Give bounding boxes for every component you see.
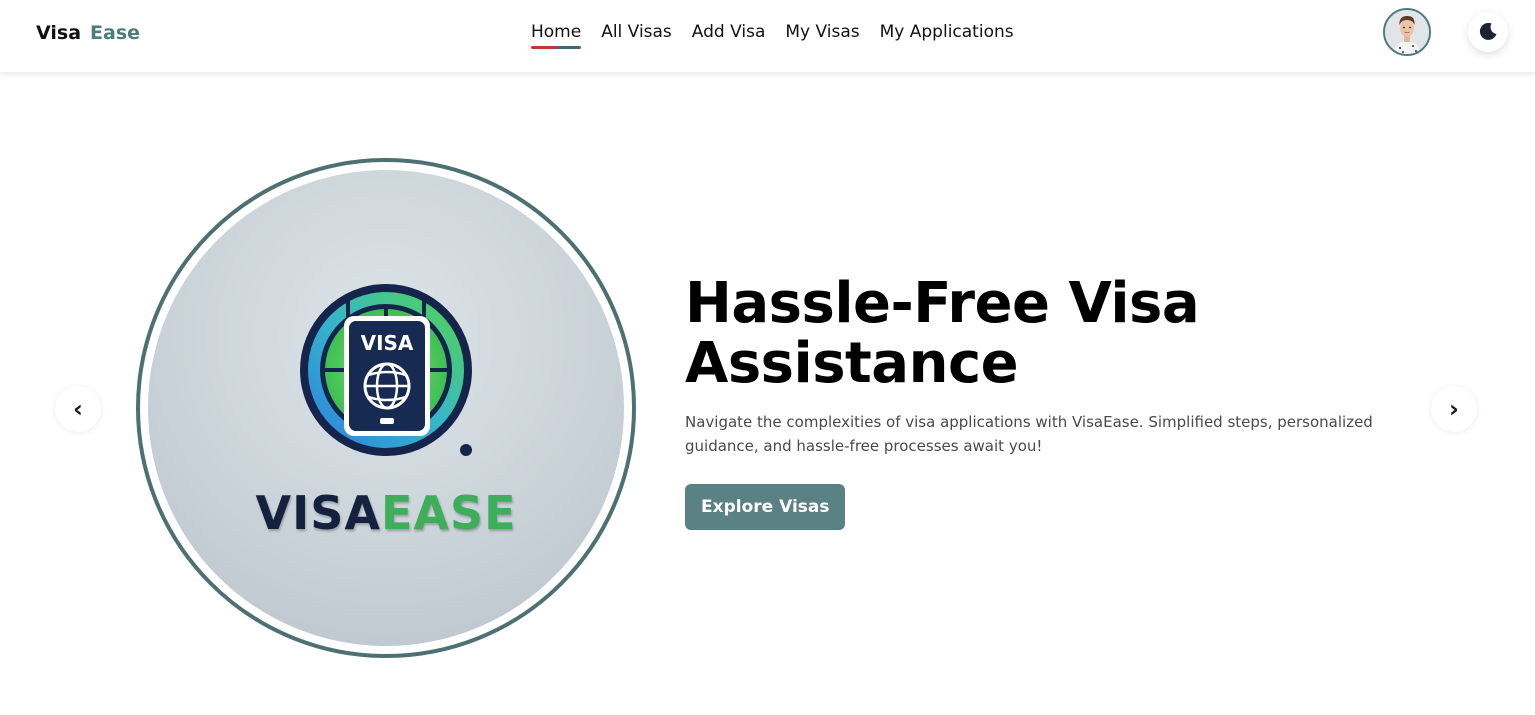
chevron-left-icon: ‹ — [73, 395, 83, 423]
theme-toggle-button[interactable] — [1468, 12, 1508, 52]
user-avatar-icon — [1385, 10, 1429, 54]
navbar: Visa Ease Home All Visas Add Visa My Visa… — [0, 0, 1535, 72]
main-nav: Home All Visas Add Visa My Visas My Appl… — [531, 20, 1014, 49]
nav-link-add-visa[interactable]: Add Visa — [692, 20, 766, 46]
logo-word-part1: VISA — [255, 486, 381, 540]
visa-badge-text: VISA — [361, 331, 414, 355]
brand-logo[interactable]: Visa Ease — [36, 21, 140, 45]
nav-link-my-visas[interactable]: My Visas — [785, 20, 859, 46]
hero-logo-image: VISA VISAEASE — [148, 170, 624, 646]
carousel-next-button[interactable]: › — [1431, 386, 1477, 432]
chevron-right-icon: › — [1449, 395, 1459, 423]
nav-link-my-applications[interactable]: My Applications — [880, 20, 1014, 46]
moon-icon — [1479, 22, 1497, 40]
nav-link-home[interactable]: Home — [531, 20, 582, 49]
visa-passport-globe-icon: VISA — [300, 284, 472, 456]
explore-visas-button[interactable]: Explore Visas — [685, 484, 846, 530]
brand-name-part1: Visa — [36, 22, 82, 44]
user-avatar[interactable] — [1383, 8, 1431, 56]
hero-title: Hassle-Free Visa Assistance — [685, 271, 1200, 396]
carousel-prev-button[interactable]: ‹ — [55, 386, 101, 432]
logo-word-part2: EASE — [380, 486, 517, 540]
hero-description: Navigate the complexities of visa applic… — [685, 413, 1373, 455]
hero-image-frame: VISA VISAEASE — [136, 158, 636, 658]
hero-logo-wordmark: VISAEASE — [148, 486, 624, 540]
hero-content: Hassle-Free Visa Assistance Navigate the… — [685, 274, 1415, 530]
nav-link-all-visas[interactable]: All Visas — [601, 20, 672, 46]
brand-name-part2: Ease — [90, 22, 141, 44]
